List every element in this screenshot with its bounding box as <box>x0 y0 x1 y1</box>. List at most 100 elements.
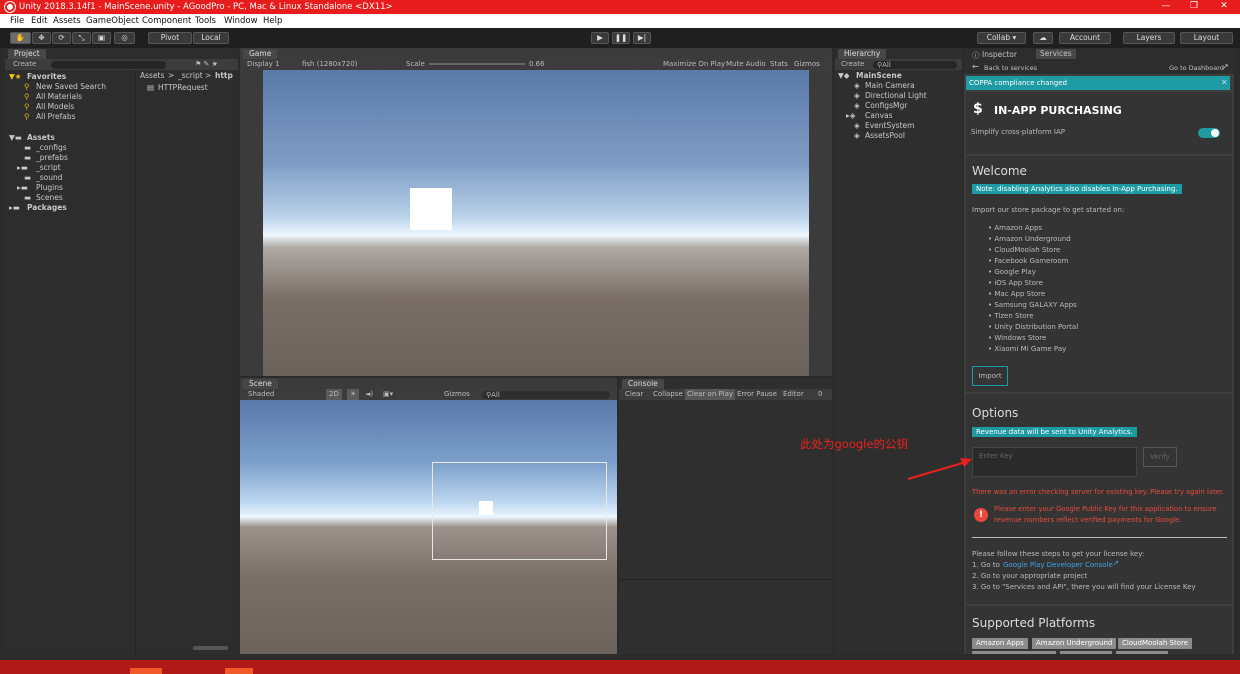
menu-gameobject[interactable]: GameObject <box>86 16 139 26</box>
tab-inspector[interactable]: Inspector <box>982 50 1017 59</box>
scene-search-input[interactable]: ⚲All <box>482 391 610 399</box>
scale-tool-icon[interactable]: ⤡ <box>72 32 91 44</box>
packages-folder[interactable]: Packages <box>27 203 67 212</box>
clear-on-play-toggle[interactable]: Clear on Play <box>685 389 736 400</box>
breadcrumb-http[interactable]: http <box>215 71 233 80</box>
scene-viewport[interactable] <box>240 400 617 654</box>
filter-icon[interactable]: ⚑ ✎ ★ <box>195 59 218 70</box>
menu-help[interactable]: Help <box>263 16 282 26</box>
file-item[interactable]: HTTPRequest <box>158 83 208 92</box>
stats-toggle[interactable]: Stats <box>770 59 788 70</box>
favorite-item[interactable]: New Saved Search <box>36 82 106 91</box>
project-create-button[interactable]: Create <box>13 59 36 70</box>
white-square-sprite[interactable] <box>479 501 493 515</box>
effects-icon[interactable]: ▣▾ <box>383 389 393 400</box>
layout-dropdown[interactable]: Layout <box>1180 32 1233 44</box>
menu-component[interactable]: Component <box>142 16 191 26</box>
close-icon[interactable]: ✕ <box>1221 78 1228 87</box>
gizmos-dropdown[interactable]: Gizmos <box>794 59 820 70</box>
back-to-services-link[interactable]: Back to services <box>984 64 1037 72</box>
editor-dropdown[interactable]: Editor <box>783 389 804 400</box>
message-count-badge[interactable]: 0 <box>818 389 822 400</box>
hierarchy-create-button[interactable]: Create <box>841 59 864 70</box>
hierarchy-item[interactable]: ConfigsMgr <box>865 101 907 110</box>
project-search-input[interactable] <box>51 61 166 69</box>
gameobject-icon: ◈ <box>854 101 860 110</box>
menu-window[interactable]: Window <box>224 16 258 26</box>
hierarchy-item[interactable]: Directional Light <box>865 91 927 100</box>
hierarchy-item[interactable]: Canvas <box>865 111 893 120</box>
collab-button[interactable]: Collab ▾ <box>977 32 1026 44</box>
iap-enable-toggle[interactable] <box>1198 128 1220 138</box>
favorites-label[interactable]: Favorites <box>27 72 66 81</box>
breadcrumb-script[interactable]: _script <box>178 71 203 80</box>
play-button[interactable]: ▶ <box>591 32 609 44</box>
options-card: Options Revenue data will be sent to Uni… <box>966 394 1232 604</box>
hand-tool-icon[interactable]: ✋ <box>10 32 31 44</box>
scale-slider[interactable] <box>429 63 525 65</box>
move-tool-icon[interactable]: ✥ <box>32 32 51 44</box>
coppa-text: COPPA compliance changed <box>969 79 1067 87</box>
resolution-dropdown[interactable]: fish (1280x720) <box>302 59 358 70</box>
shading-dropdown[interactable]: Shaded <box>248 389 274 400</box>
console-clear-button[interactable]: Clear <box>625 389 643 400</box>
google-play-console-link[interactable]: Google Play Developer Console <box>1003 561 1113 569</box>
favorite-item[interactable]: All Prefabs <box>36 112 76 121</box>
hierarchy-item[interactable]: AssetsPool <box>865 131 905 140</box>
tab-console[interactable]: Console <box>622 379 664 389</box>
console-collapse-button[interactable]: Collapse <box>653 389 683 400</box>
hierarchy-scene-root[interactable]: MainScene <box>856 71 902 80</box>
game-viewport[interactable] <box>263 70 809 376</box>
audio-icon[interactable]: ◄) <box>365 389 373 400</box>
hierarchy-item[interactable]: EventSystem <box>865 121 914 130</box>
asset-folder-item[interactable]: Scenes <box>36 193 63 202</box>
tab-scene[interactable]: Scene <box>243 379 278 389</box>
back-arrow-icon[interactable]: ← <box>972 62 979 71</box>
asset-folder-item[interactable]: _prefabs <box>36 153 68 162</box>
asset-folder-item[interactable]: Plugins <box>36 183 63 192</box>
pivot-toggle[interactable]: Pivot <box>148 32 192 44</box>
account-dropdown[interactable]: Account <box>1059 32 1111 44</box>
verify-button[interactable]: Verify <box>1143 447 1177 467</box>
breadcrumb-assets[interactable]: Assets <box>140 71 164 80</box>
display-dropdown[interactable]: Display 1 <box>247 59 279 70</box>
scene-gizmos-dropdown[interactable]: Gizmos <box>444 389 470 400</box>
tab-project[interactable]: Project <box>8 49 46 59</box>
lighting-icon[interactable]: ☀ <box>347 389 360 400</box>
favorite-item[interactable]: All Models <box>36 102 74 111</box>
minimize-button[interactable]: — <box>1159 1 1173 13</box>
close-button[interactable]: ✕ <box>1217 1 1231 13</box>
maximize-on-play-toggle[interactable]: Maximize On Play <box>663 59 725 70</box>
tab-services[interactable]: Services <box>1036 49 1076 59</box>
asset-folder-item[interactable]: _sound <box>36 173 63 182</box>
rotate-tool-icon[interactable]: ⟳ <box>52 32 71 44</box>
menu-assets[interactable]: Assets <box>53 16 81 26</box>
maximize-button[interactable]: ❐ <box>1187 1 1201 13</box>
pause-button[interactable]: ❚❚ <box>612 32 630 44</box>
mute-audio-toggle[interactable]: Mute Audio <box>726 59 766 70</box>
transform-tool-icon[interactable]: ◎ <box>114 32 135 44</box>
hierarchy-search-input[interactable]: ⚲All <box>873 61 957 69</box>
menu-tools[interactable]: Tools <box>195 16 216 26</box>
import-button[interactable]: Import <box>972 366 1008 386</box>
google-public-key-input[interactable]: Enter Key <box>972 447 1137 477</box>
menu-edit[interactable]: Edit <box>31 16 47 26</box>
assets-folder[interactable]: Assets <box>27 133 55 142</box>
menu-file[interactable]: File <box>10 16 24 26</box>
layers-dropdown[interactable]: Layers <box>1123 32 1175 44</box>
2d-toggle[interactable]: 2D <box>326 389 342 400</box>
rect-tool-icon[interactable]: ▣ <box>92 32 111 44</box>
go-to-dashboard-link[interactable]: Go to Dashboard <box>1169 64 1224 72</box>
tab-game[interactable]: Game <box>243 49 278 59</box>
step-button[interactable]: ▶| <box>633 32 651 44</box>
icon-size-slider[interactable] <box>193 646 228 650</box>
local-toggle[interactable]: Local <box>193 32 229 44</box>
error-pause-toggle[interactable]: Error Pause <box>737 389 777 400</box>
asset-folder-item[interactable]: _configs <box>36 143 67 152</box>
cloud-icon[interactable]: ☁ <box>1033 32 1053 44</box>
favorite-item[interactable]: All Materials <box>36 92 82 101</box>
asset-folder-item[interactable]: _script <box>36 163 61 172</box>
hierarchy-item[interactable]: Main Camera <box>865 81 915 90</box>
tab-hierarchy[interactable]: Hierarchy <box>838 49 887 59</box>
favorites-star-icon: ▼★ <box>9 72 22 81</box>
